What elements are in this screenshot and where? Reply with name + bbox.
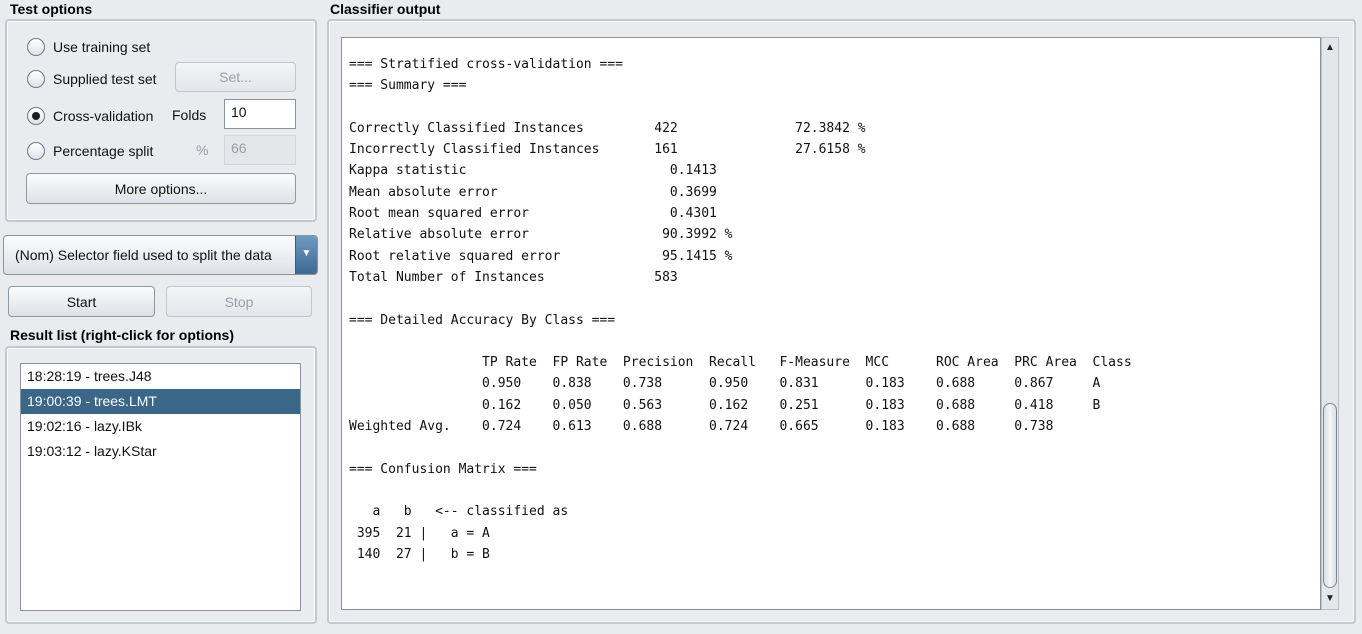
result-list-item[interactable]: 19:03:12 - lazy.KStar [21,439,300,464]
use-training-set-radio[interactable]: Use training set [27,36,150,58]
cross-validation-label: Cross-validation [53,108,154,124]
radio-button-checked-icon [27,107,45,125]
percentage-split-radio[interactable]: Percentage split [27,140,153,162]
folds-input[interactable]: 10 [224,99,296,129]
percent-label: % [196,142,209,158]
result-list[interactable]: 18:28:19 - trees.J48 19:00:39 - trees.LM… [20,363,301,611]
result-list-item-selected[interactable]: 19:00:39 - trees.LMT [21,389,300,414]
test-options-title: Test options [10,1,93,17]
scroll-down-arrow-icon[interactable]: ▼ [1322,590,1338,608]
more-options-button[interactable]: More options... [26,173,296,204]
cross-validation-radio[interactable]: Cross-validation [27,105,153,127]
radio-button-icon [27,142,45,160]
classifier-output-text-area[interactable]: === Stratified cross-validation === === … [341,37,1321,610]
use-training-set-label: Use training set [53,39,151,55]
start-button[interactable]: Start [8,286,155,317]
test-options-panel: Use training set Supplied test set Set..… [5,19,317,222]
split-selector-value: (Nom) Selector field used to split the d… [15,247,272,263]
classifier-output-title: Classifier output [330,1,441,17]
supplied-test-set-label: Supplied test set [53,71,157,87]
radio-button-icon [27,38,45,56]
result-list-item[interactable]: 19:02:16 - lazy.IBk [21,414,300,439]
scroll-up-arrow-icon[interactable]: ▲ [1322,39,1338,57]
chevron-down-icon: ▼ [295,236,317,274]
radio-button-icon [27,70,45,88]
stop-button[interactable]: Stop [166,286,312,317]
scroll-thumb[interactable] [1323,403,1337,588]
result-list-title: Result list (right-click for options) [10,327,235,343]
result-list-item[interactable]: 18:28:19 - trees.J48 [21,364,300,389]
supplied-test-set-radio[interactable]: Supplied test set [27,68,157,90]
set-button[interactable]: Set... [175,62,296,92]
output-vertical-scrollbar[interactable]: ▲ ▼ [1321,37,1339,610]
classifier-output-text: === Stratified cross-validation === === … [349,57,1132,562]
percentage-input[interactable]: 66 [224,135,296,165]
percentage-split-label: Percentage split [53,143,154,159]
split-selector-dropdown[interactable]: (Nom) Selector field used to split the d… [3,235,318,275]
folds-label: Folds [172,107,207,123]
